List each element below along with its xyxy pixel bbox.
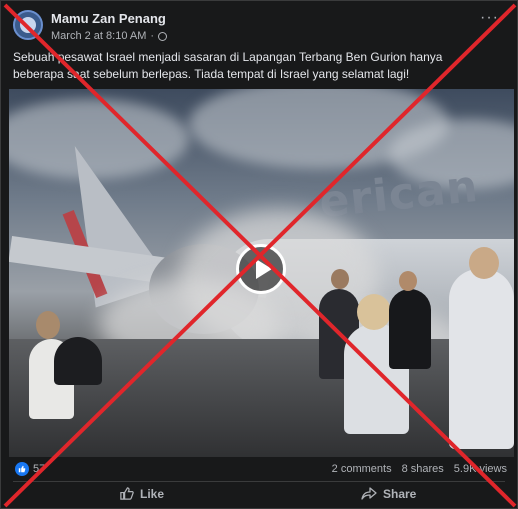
plane-livery-text: erican [316,160,481,229]
play-button[interactable] [236,244,286,294]
like-reaction-icon[interactable] [15,462,29,476]
globe-icon [158,31,168,41]
avatar[interactable] [13,10,43,40]
video-thumbnail[interactable]: erican [9,89,514,457]
passenger-head [469,247,499,279]
passenger [389,289,431,369]
passenger-head [399,271,417,291]
timestamp[interactable]: March 2 at 8:10 AM [51,30,146,42]
post-meta: March 2 at 8:10 AM · [51,30,168,42]
post-stats: 57 2 comments 8 shares 5.9K views [1,461,517,479]
like-button[interactable]: Like [119,486,164,501]
play-icon [256,259,272,279]
author-name[interactable]: Mamu Zan Penang [51,11,166,26]
passenger-head [331,269,349,289]
passenger-head [357,294,391,330]
share-arrow-icon [361,487,377,500]
views-count: 5.9K views [453,463,507,475]
avatar-image [20,17,36,33]
share-button[interactable]: Share [361,486,416,501]
passenger [449,269,514,449]
passenger-backpack [54,337,102,385]
actions-divider [13,481,505,482]
post-header: Mamu Zan Penang March 2 at 8:10 AM · ··· [1,1,517,45]
post-caption: Sebuah pesawat Israel menjadi sasaran di… [13,50,443,81]
share-label: Share [383,486,417,501]
stats-summary: 2 comments 8 shares 5.9K views [332,463,507,475]
post-actions: Like Share [1,483,517,507]
thumbs-up-glyph [18,465,26,473]
facebook-post-card: Mamu Zan Penang March 2 at 8:10 AM · ···… [0,0,518,509]
shares-count[interactable]: 8 shares [402,463,444,475]
meta-separator: · [150,30,155,42]
like-label: Like [140,486,165,501]
thumbs-up-icon [120,487,134,500]
reaction-count[interactable]: 57 [33,463,45,475]
comments-count[interactable]: 2 comments [332,463,392,475]
more-options-icon[interactable]: ··· [480,9,499,27]
passenger-head [36,311,60,339]
